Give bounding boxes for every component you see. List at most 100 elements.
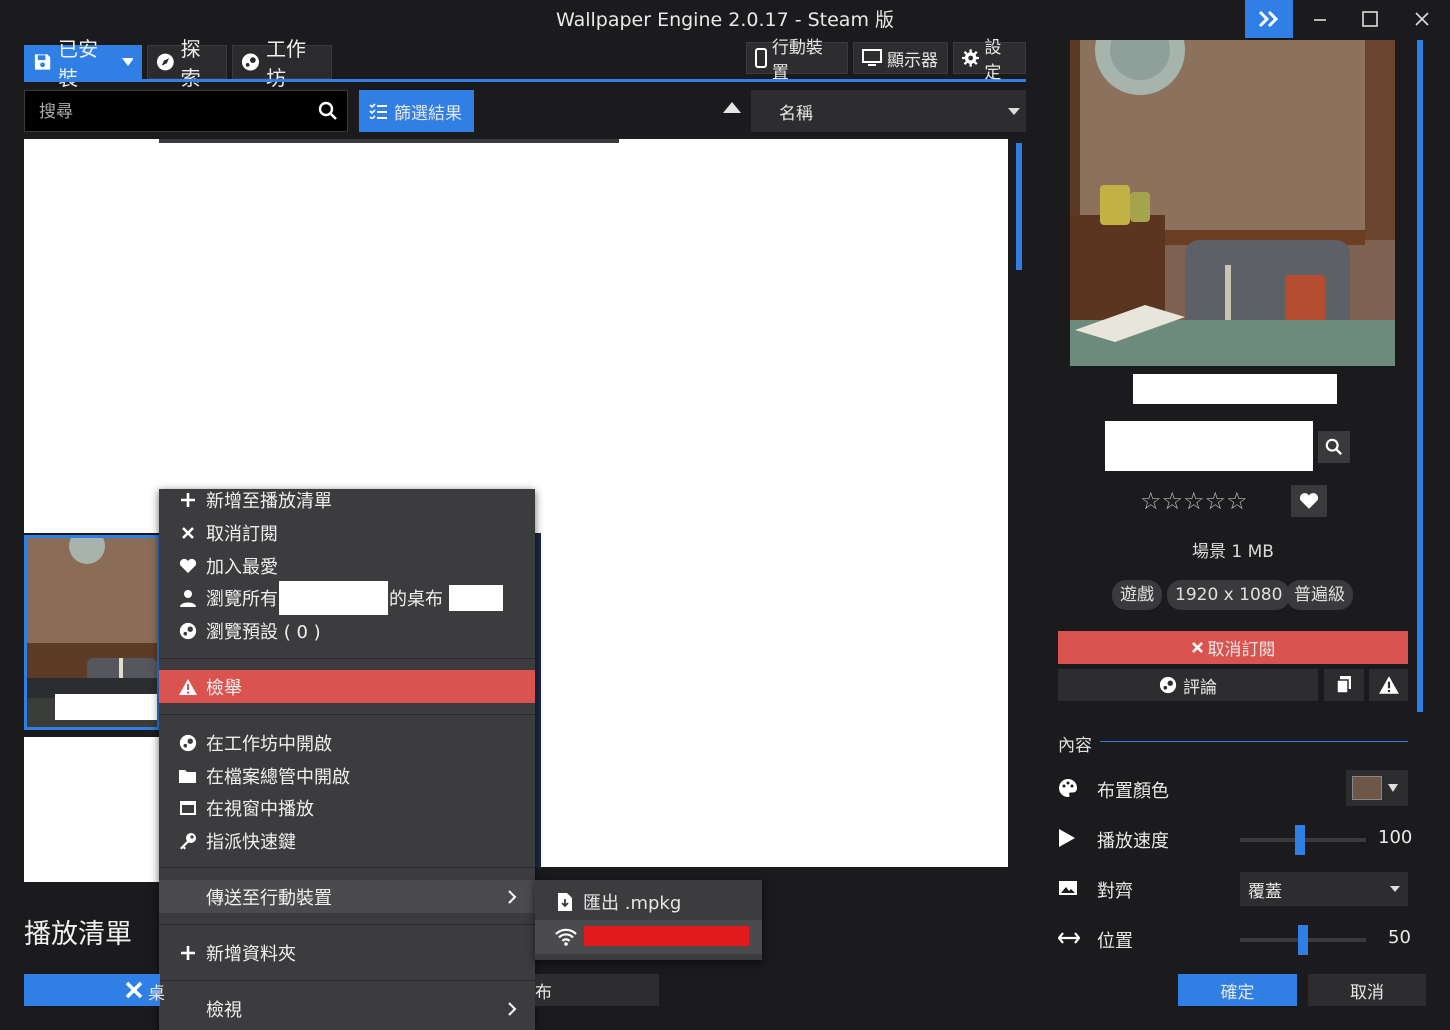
image-icon <box>1059 881 1077 895</box>
sort-selected: 名稱 <box>779 103 813 124</box>
copy-icon <box>1336 676 1351 694</box>
grid-scrollbar[interactable] <box>1016 143 1022 270</box>
submenu-item-export[interactable]: 匯出 .mpkg <box>535 884 762 920</box>
cancel-button[interactable]: 取消 <box>1308 974 1426 1006</box>
menu-item-browse-presets[interactable]: 瀏覽預設 ( 0 ) <box>159 614 535 647</box>
tag-pill[interactable]: 1920 x 1080 <box>1167 580 1291 610</box>
chevron-down-icon <box>1008 108 1020 115</box>
settings-button[interactable]: 設定 <box>953 38 1026 83</box>
play-icon <box>1059 829 1075 847</box>
menu-label: 指派快速鍵 <box>206 831 296 853</box>
unsubscribe-label: 取消訂閱 <box>1207 640 1276 660</box>
menu-item-view[interactable]: 檢視 <box>159 992 535 1025</box>
sort-direction-icon[interactable] <box>722 100 742 114</box>
minimize-button[interactable] <box>1295 0 1345 38</box>
mobile-device-button[interactable]: 行動裝置 <box>746 38 848 83</box>
menu-label: 新增至播放清單 <box>206 490 332 512</box>
user-icon <box>180 589 196 607</box>
menu-label-prefix: 瀏覽所有 <box>206 588 278 610</box>
menu-item-unsubscribe[interactable]: 取消訂閱 <box>159 516 535 549</box>
menu-item-open-workshop[interactable]: 在工作坊中開啟 <box>159 726 535 759</box>
key-icon <box>180 832 196 849</box>
alignment-selected: 覆蓋 <box>1248 881 1282 902</box>
context-menu: 新增至播放清單 取消訂閱 加入最愛 瀏覽所有 的桌布 瀏覽預設 ( 0 ) 檢舉… <box>159 489 535 1030</box>
menu-item-add-favorite[interactable]: 加入最愛 <box>159 549 535 582</box>
alignment-select[interactable]: 覆蓋 <box>1240 872 1408 906</box>
author-redacted <box>1105 421 1313 471</box>
chevron-right-icon <box>508 1002 517 1016</box>
close-button[interactable] <box>1397 0 1447 38</box>
wallpaper-grid-redacted-mid <box>540 489 1008 867</box>
tab-label: 探索 <box>180 37 201 90</box>
tab-discover[interactable]: 探索 <box>147 37 227 90</box>
playback-speed-slider-thumb[interactable] <box>1295 825 1306 855</box>
copy-button[interactable] <box>1324 669 1364 701</box>
menu-item-send-to-mobile[interactable]: 傳送至行動裝置 <box>159 880 535 913</box>
wallpaper-grid-redacted-top <box>24 139 1008 533</box>
playback-speed-value: 100 <box>1378 827 1413 848</box>
unsubscribe-button[interactable]: 取消訂閱 <box>1058 631 1408 664</box>
window-icon <box>180 800 196 815</box>
report-button[interactable] <box>1369 669 1408 701</box>
tag-pill[interactable]: 遊戲 <box>1112 580 1162 610</box>
wallpaper-preview <box>1070 40 1395 366</box>
favorite-button[interactable] <box>1291 485 1327 517</box>
rating-stars[interactable]: ☆☆☆☆☆ <box>1140 487 1248 515</box>
double-chevron-right-icon <box>1258 10 1279 28</box>
expand-panel-button[interactable] <box>1245 0 1293 38</box>
tag-pill[interactable]: 普遍級 <box>1286 580 1353 610</box>
display-button[interactable]: 顯示器 <box>853 42 948 74</box>
playlist-secondary-button[interactable]: 布 <box>535 974 659 1006</box>
menu-item-play-window[interactable]: 在視窗中播放 <box>159 791 535 824</box>
scheme-color-picker[interactable] <box>1346 770 1408 806</box>
maximize-icon <box>1362 11 1378 27</box>
menu-separator <box>159 714 535 715</box>
wallpaper-name-redacted <box>1133 374 1337 404</box>
menu-label: 在工作坊中開啟 <box>206 733 332 755</box>
phone-icon <box>755 48 767 68</box>
search-input[interactable] <box>39 101 309 123</box>
position-slider-thumb[interactable] <box>1298 925 1308 955</box>
details-scrollbar[interactable] <box>1417 40 1423 712</box>
type-size: 場景 1 MB <box>1192 542 1274 562</box>
folder-icon <box>179 769 196 783</box>
playlist-wallpaper-button[interactable]: 桌 <box>24 974 165 1006</box>
position-value: 50 <box>1388 927 1411 948</box>
search-author-button[interactable] <box>1318 431 1350 463</box>
steam-icon <box>241 53 260 71</box>
author-name-redacted <box>279 580 388 615</box>
comment-label: 評論 <box>1183 677 1217 698</box>
menu-label-suffix: 的桌布 <box>389 588 443 610</box>
heart-icon <box>179 558 197 573</box>
menu-item-new-folder[interactable]: 新增資料夾 <box>159 936 535 969</box>
menu-item-open-explorer[interactable]: 在檔案總管中開啟 <box>159 759 535 792</box>
export-label: 匯出 .mpkg <box>583 893 682 914</box>
tab-installed[interactable]: 已安裝 <box>24 37 142 90</box>
filter-label: 篩選結果 <box>394 103 462 124</box>
menu-item-browse-author[interactable]: 瀏覽所有 的桌布 <box>159 580 535 615</box>
selected-wallpaper-thumb[interactable] <box>24 535 160 730</box>
close-icon <box>1415 12 1429 26</box>
arrows-horizontal-icon <box>1058 932 1080 944</box>
thumb-edge <box>159 139 619 143</box>
scheme-color-label: 布置顏色 <box>1097 781 1169 802</box>
search-box <box>24 90 348 132</box>
menu-separator <box>159 924 535 925</box>
palette-icon <box>1059 779 1078 797</box>
playback-speed-label: 播放速度 <box>1097 831 1169 852</box>
menu-separator <box>159 980 535 981</box>
maximize-button[interactable] <box>1345 0 1395 38</box>
search-icon[interactable] <box>318 101 338 121</box>
menu-item-add-to-playlist[interactable]: 新增至播放清單 <box>159 483 535 516</box>
menu-item-report[interactable]: 檢舉 <box>159 670 535 703</box>
ok-button[interactable]: 確定 <box>1178 974 1297 1006</box>
menu-item-assign-hotkey[interactable]: 指派快速鍵 <box>159 824 535 857</box>
warning-icon <box>179 678 197 695</box>
filter-results-button[interactable]: 篩選結果 <box>359 90 474 132</box>
tab-workshop[interactable]: 工作坊 <box>232 37 332 90</box>
sort-select[interactable]: 名稱 <box>751 90 1026 132</box>
comment-button[interactable]: 評論 <box>1058 669 1318 701</box>
menu-label: 瀏覽預設 ( 0 ) <box>206 621 321 643</box>
send-to-mobile-submenu: 匯出 .mpkg <box>535 880 762 960</box>
playlist-btn-label: 桌 <box>148 984 165 1004</box>
